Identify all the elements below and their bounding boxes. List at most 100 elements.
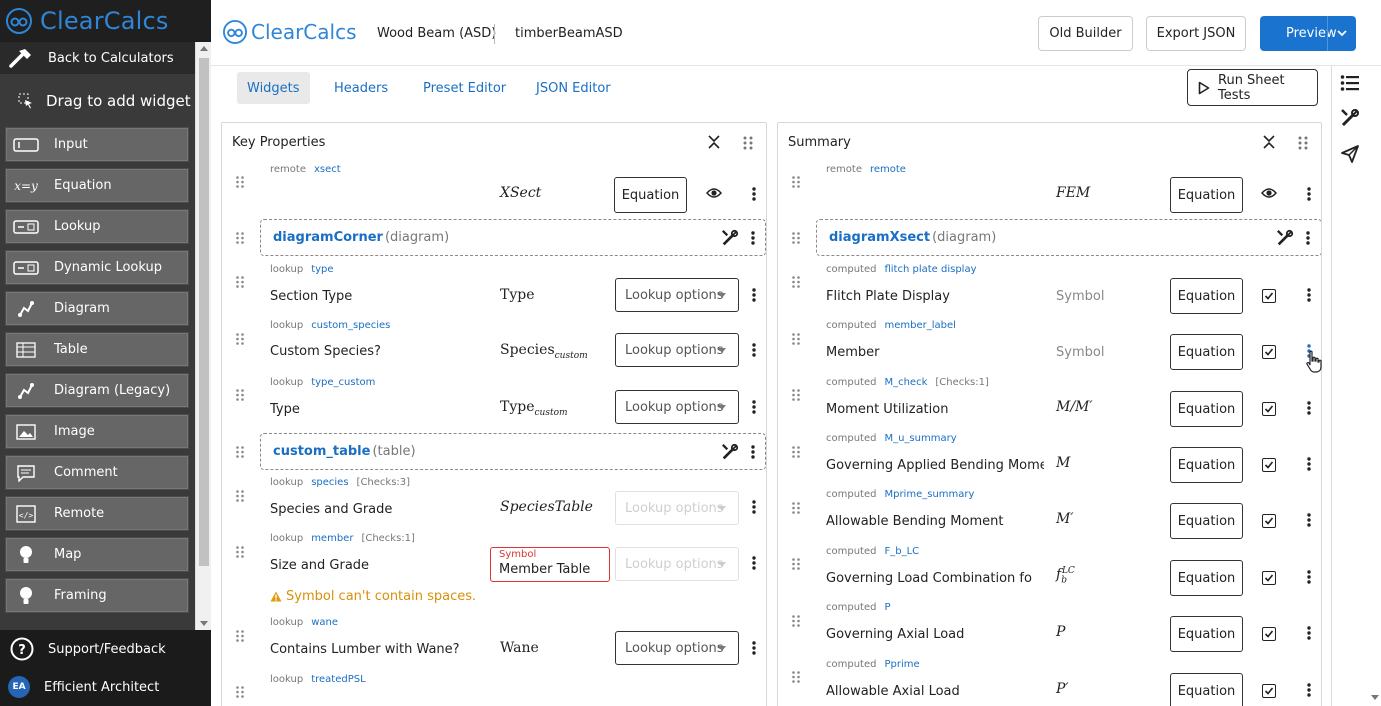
visible-checkbox[interactable] <box>1262 289 1276 303</box>
drag-handle-icon[interactable] <box>236 232 244 244</box>
tools-icon[interactable] <box>1340 108 1360 128</box>
kebab-menu-icon[interactable] <box>752 343 756 357</box>
scroll-down-arrow-icon[interactable] <box>200 621 208 626</box>
drag-handle-icon[interactable] <box>236 176 244 188</box>
widget-equation[interactable]: x=y Equation <box>5 168 189 203</box>
list-icon[interactable] <box>1340 74 1360 92</box>
equation-button[interactable]: Equation <box>1170 278 1243 314</box>
kebab-menu-icon[interactable] <box>1307 457 1311 471</box>
equation-button[interactable]: Equation <box>1170 673 1243 706</box>
drag-handle-icon[interactable] <box>792 671 800 683</box>
drag-handle-icon[interactable] <box>236 686 244 698</box>
symbol-input[interactable]: Symbol Member Table <box>490 547 610 582</box>
kebab-menu-icon[interactable] <box>1307 570 1311 584</box>
lookup-options-dropdown[interactable]: Lookup options <box>615 390 739 424</box>
widget-image[interactable]: Image <box>5 414 189 449</box>
equation-button[interactable]: Equation <box>1170 560 1243 596</box>
visible-checkbox[interactable] <box>1262 402 1276 416</box>
widget-comment[interactable]: Comment <box>5 455 189 490</box>
widget-remote[interactable]: </> Remote <box>5 496 189 531</box>
equation-button[interactable]: Equation <box>1170 177 1243 213</box>
drag-handle-icon[interactable] <box>236 389 244 401</box>
tab-json-editor[interactable]: JSON Editor <box>526 72 621 104</box>
tools-icon[interactable] <box>721 229 739 247</box>
visible-checkbox[interactable] <box>1262 684 1276 698</box>
old-builder-button[interactable]: Old Builder <box>1038 16 1133 51</box>
widget-diagram[interactable]: Diagram <box>5 291 189 326</box>
widget-lookup[interactable]: Lookup <box>5 209 189 244</box>
drag-handle-icon[interactable] <box>236 546 244 558</box>
kebab-menu-icon[interactable] <box>1307 683 1311 697</box>
kebab-menu-icon[interactable] <box>752 556 756 570</box>
widget-dynamic-lookup[interactable]: Dynamic Lookup <box>5 250 189 285</box>
group-container[interactable]: custom_table (table) <box>260 433 766 470</box>
equation-button[interactable]: Equation <box>1170 447 1243 483</box>
equation-button[interactable]: Equation <box>1170 616 1243 652</box>
kebab-menu-icon[interactable] <box>1307 187 1311 201</box>
drag-handle-icon[interactable] <box>236 630 244 642</box>
kebab-menu-icon[interactable] <box>752 500 756 514</box>
visible-checkbox[interactable] <box>1262 345 1276 359</box>
collapse-icon[interactable] <box>1263 135 1275 149</box>
main-scrollbar[interactable] <box>1369 66 1381 706</box>
equation-button[interactable]: Equation <box>1170 391 1243 427</box>
eye-icon[interactable] <box>706 187 722 199</box>
eye-icon[interactable] <box>1261 187 1277 199</box>
user-account-button[interactable]: EA Efficient Architect <box>0 668 211 706</box>
lookup-options-dropdown[interactable]: Lookup options <box>615 333 739 367</box>
sidebar-scroll-thumb[interactable] <box>199 58 209 566</box>
kebab-menu-icon[interactable] <box>1307 513 1311 527</box>
group-container[interactable]: diagramCorner (diagram) <box>260 219 766 256</box>
kebab-menu-icon[interactable] <box>1307 288 1311 302</box>
widget-input[interactable]: Input <box>5 127 189 162</box>
equation-button[interactable]: Equation <box>1170 334 1243 370</box>
drag-handle-icon[interactable] <box>792 276 800 288</box>
drag-handle-icon[interactable] <box>236 446 244 458</box>
drag-handle-icon[interactable] <box>1298 136 1308 150</box>
drag-handle-icon[interactable] <box>792 176 800 188</box>
drag-handle-icon[interactable] <box>792 558 800 570</box>
kebab-menu-icon[interactable] <box>1307 626 1311 640</box>
widget-framing[interactable]: Framing <box>5 578 189 613</box>
sidebar-logo[interactable]: ClearCalcs <box>0 0 211 42</box>
widget-map[interactable]: Map <box>5 537 189 572</box>
tab-preset-editor[interactable]: Preset Editor <box>413 72 516 104</box>
run-sheet-tests-button[interactable]: Run Sheet Tests <box>1187 69 1318 106</box>
scroll-down-arrow-icon[interactable] <box>1371 695 1379 700</box>
drag-handle-icon[interactable] <box>792 333 800 345</box>
chevron-down-icon[interactable] <box>1336 27 1348 39</box>
export-json-button[interactable]: Export JSON <box>1146 16 1246 51</box>
tools-icon[interactable] <box>1276 229 1294 247</box>
drag-handle-icon[interactable] <box>236 490 244 502</box>
visible-checkbox[interactable] <box>1262 458 1276 472</box>
drag-handle-icon[interactable] <box>792 232 800 244</box>
drag-handle-icon[interactable] <box>792 615 800 627</box>
kebab-menu-icon[interactable] <box>751 231 755 245</box>
collapse-icon[interactable] <box>708 135 720 149</box>
widget-table[interactable]: Table <box>5 332 189 367</box>
scroll-up-arrow-icon[interactable] <box>200 46 208 51</box>
tools-icon[interactable] <box>721 443 739 461</box>
drag-handle-icon[interactable] <box>743 136 753 150</box>
widget-diagram-legacy[interactable]: Diagram (Legacy) <box>5 373 189 408</box>
kebab-menu-icon[interactable] <box>752 288 756 302</box>
tab-headers[interactable]: Headers <box>324 72 398 104</box>
header-logo[interactable]: ClearCalcs <box>223 20 357 44</box>
visible-checkbox[interactable] <box>1262 571 1276 585</box>
group-container[interactable]: diagramXsect (diagram) <box>816 219 1321 256</box>
preview-button[interactable]: Preview <box>1260 16 1356 51</box>
sidebar-scrollbar[interactable] <box>195 42 211 630</box>
drag-handle-icon[interactable] <box>236 276 244 288</box>
lookup-options-dropdown[interactable]: Lookup options <box>615 631 739 665</box>
kebab-menu-icon[interactable] <box>1306 231 1310 245</box>
kebab-menu-icon[interactable] <box>752 400 756 414</box>
support-feedback-button[interactable]: ? Support/Feedback <box>0 630 211 668</box>
drag-handle-icon[interactable] <box>792 502 800 514</box>
kebab-menu-icon[interactable] <box>1307 401 1311 415</box>
equation-button[interactable]: Equation <box>1170 503 1243 539</box>
drag-handle-icon[interactable] <box>792 446 800 458</box>
back-to-calculators-button[interactable]: Back to Calculators <box>0 42 195 74</box>
send-icon[interactable] <box>1340 144 1360 164</box>
kebab-menu-icon[interactable] <box>752 187 756 201</box>
kebab-menu-icon[interactable] <box>751 445 755 459</box>
